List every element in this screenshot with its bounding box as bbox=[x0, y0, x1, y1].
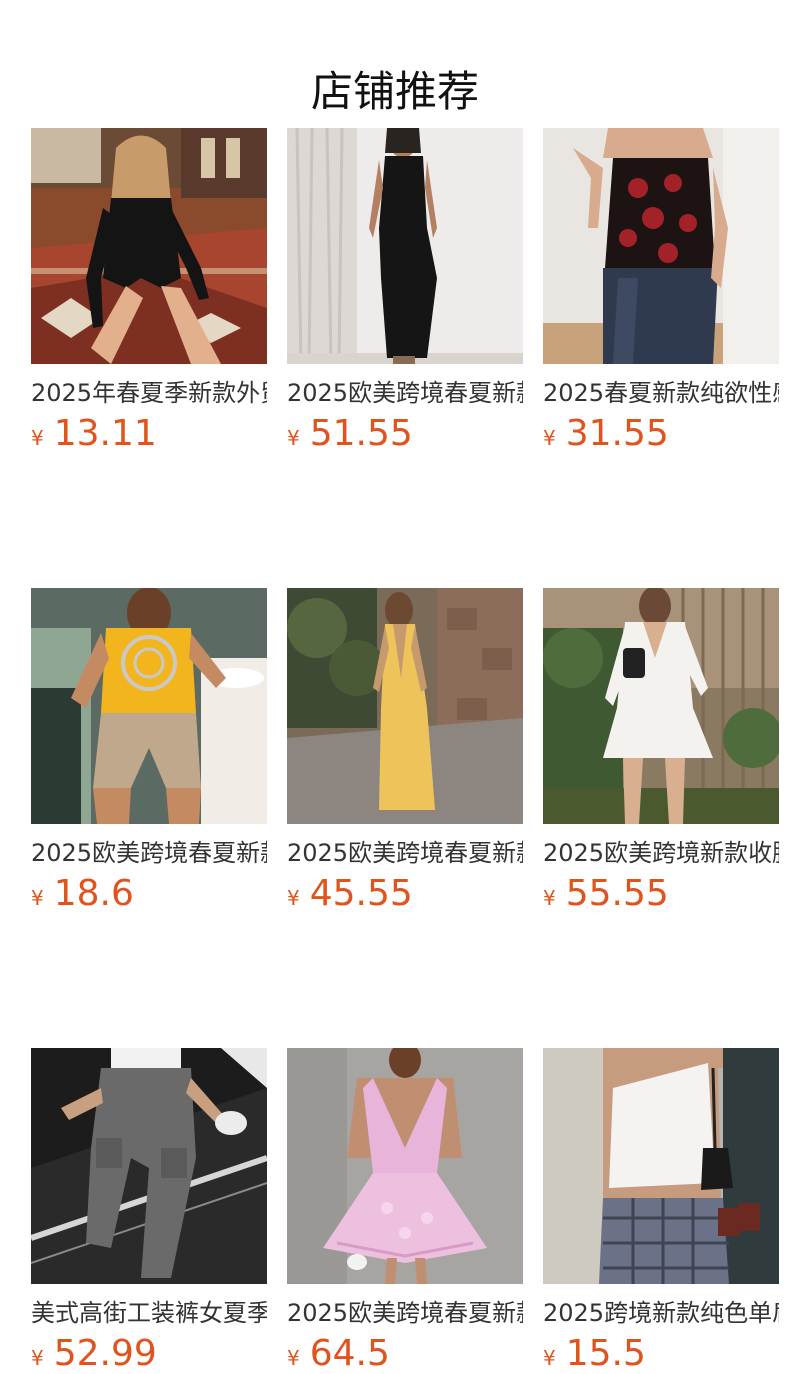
price-value: 52.99 bbox=[53, 1333, 157, 1374]
product-image-black-maxi-dress[interactable] bbox=[287, 128, 523, 364]
price-value: 15.5 bbox=[565, 1333, 646, 1374]
section-title: 店铺推荐 bbox=[310, 67, 479, 117]
currency-symbol: ¥ bbox=[543, 426, 556, 450]
product-name[interactable]: 2025年春夏季新款外贸女装 bbox=[31, 378, 267, 408]
product-card[interactable]: 2025年春夏季新款外贸女装 ¥ 13.11 bbox=[31, 128, 267, 454]
product-card[interactable]: 2025欧美跨境春夏新款 ¥ 18.6 bbox=[31, 588, 267, 914]
product-price: ¥ 51.55 bbox=[287, 414, 523, 454]
price-value: 31.55 bbox=[565, 413, 669, 454]
product-price: ¥ 45.55 bbox=[287, 874, 523, 914]
price-value: 51.55 bbox=[309, 413, 413, 454]
product-card[interactable]: 2025春夏新款纯欲性感 ¥ 31.55 bbox=[543, 128, 779, 454]
product-grid: 2025年春夏季新款外贸女装 ¥ 13.11 bbox=[31, 128, 779, 1374]
currency-symbol: ¥ bbox=[287, 886, 300, 910]
product-image-red-floral-bodysuit[interactable] bbox=[543, 128, 779, 364]
product-image-black-bodysuit[interactable] bbox=[31, 128, 267, 364]
product-image-white-shirt-dress[interactable] bbox=[543, 588, 779, 824]
product-card[interactable]: 2025欧美跨境春夏新款 ¥ 51.55 bbox=[287, 128, 523, 454]
product-price: ¥ 55.55 bbox=[543, 874, 779, 914]
product-price: ¥ 13.11 bbox=[31, 414, 267, 454]
product-image-white-one-shoulder-top[interactable] bbox=[543, 1048, 779, 1284]
currency-symbol: ¥ bbox=[543, 886, 556, 910]
product-card[interactable]: 2025欧美跨境春夏新款 ¥ 64.5 bbox=[287, 1048, 523, 1374]
product-card[interactable]: 美式高街工装裤女夏季 ¥ 52.99 bbox=[31, 1048, 267, 1374]
product-image-yellow-rose-top[interactable] bbox=[31, 588, 267, 824]
product-card[interactable]: 2025跨境新款纯色单肩 ¥ 15.5 bbox=[543, 1048, 779, 1374]
product-name[interactable]: 2025欧美跨境春夏新款 bbox=[287, 1298, 523, 1328]
product-image-grey-cargo-pants[interactable] bbox=[31, 1048, 267, 1284]
product-image-pink-mini-dress[interactable] bbox=[287, 1048, 523, 1284]
product-name[interactable]: 2025跨境新款纯色单肩 bbox=[543, 1298, 779, 1328]
product-card[interactable]: 2025欧美跨境春夏新款 ¥ 45.55 bbox=[287, 588, 523, 914]
price-value: 55.55 bbox=[565, 873, 669, 914]
product-name[interactable]: 美式高街工装裤女夏季 bbox=[31, 1298, 267, 1328]
currency-symbol: ¥ bbox=[31, 1346, 44, 1370]
currency-symbol: ¥ bbox=[31, 886, 44, 910]
product-price: ¥ 31.55 bbox=[543, 414, 779, 454]
currency-symbol: ¥ bbox=[31, 426, 44, 450]
product-price: ¥ 64.5 bbox=[287, 1334, 523, 1374]
product-image-yellow-satin-gown[interactable] bbox=[287, 588, 523, 824]
currency-symbol: ¥ bbox=[287, 1346, 300, 1370]
product-name[interactable]: 2025欧美跨境春夏新款 bbox=[31, 838, 267, 868]
currency-symbol: ¥ bbox=[543, 1346, 556, 1370]
price-value: 64.5 bbox=[309, 1333, 390, 1374]
product-name[interactable]: 2025欧美跨境春夏新款 bbox=[287, 378, 523, 408]
product-card[interactable]: 2025欧美跨境新款收腰 ¥ 55.55 bbox=[543, 588, 779, 914]
product-name[interactable]: 2025欧美跨境新款收腰 bbox=[543, 838, 779, 868]
currency-symbol: ¥ bbox=[287, 426, 300, 450]
product-price: ¥ 15.5 bbox=[543, 1334, 779, 1374]
price-value: 13.11 bbox=[53, 413, 157, 454]
price-value: 18.6 bbox=[53, 873, 134, 914]
product-price: ¥ 18.6 bbox=[31, 874, 267, 914]
product-name[interactable]: 2025欧美跨境春夏新款 bbox=[287, 838, 523, 868]
product-name[interactable]: 2025春夏新款纯欲性感 bbox=[543, 378, 779, 408]
price-value: 45.55 bbox=[309, 873, 413, 914]
product-price: ¥ 52.99 bbox=[31, 1334, 267, 1374]
